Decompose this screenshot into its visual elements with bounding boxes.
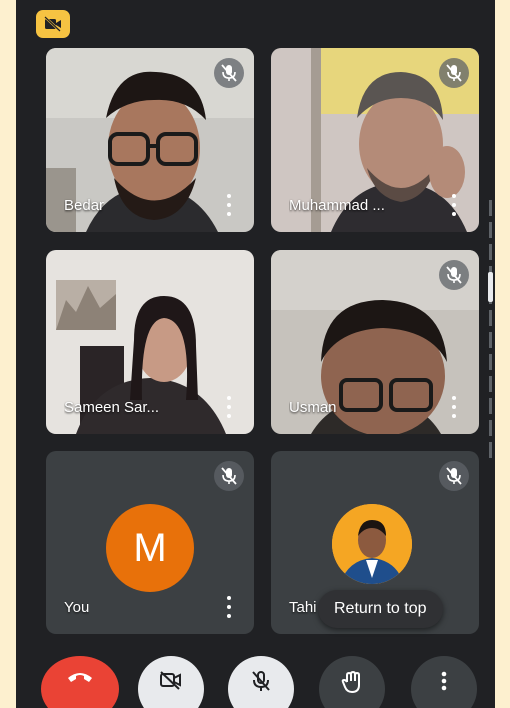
participant-name: Sameen Sar... [64, 399, 160, 416]
mute-indicator [439, 58, 469, 88]
self-tile[interactable]: M You [46, 451, 254, 634]
avatar: M [106, 504, 194, 592]
mic-off-icon [446, 266, 462, 284]
more-options-button[interactable] [449, 192, 459, 218]
participant-name: Tahi [289, 599, 317, 616]
scrollbar-thumb[interactable] [488, 272, 493, 302]
video-off-icon [44, 16, 61, 32]
raise-hand-button[interactable] [319, 656, 385, 708]
call-controls [16, 656, 495, 708]
participant-tile[interactable]: Sameen Sar... [46, 250, 254, 434]
participant-tile[interactable]: Usman [271, 250, 479, 434]
more-options-button[interactable] [224, 394, 234, 420]
meeting-screen: Bedar Muhammad ... Sameen Sar... Usman M… [16, 0, 495, 708]
camera-off-indicator[interactable] [36, 10, 70, 38]
mute-indicator [439, 461, 469, 491]
call-end-icon [68, 673, 92, 682]
avatar [332, 504, 412, 584]
participant-name: Usman [289, 399, 337, 416]
participant-tile[interactable]: Bedar [46, 48, 254, 232]
video-off-icon [160, 671, 181, 690]
mute-indicator [439, 260, 469, 290]
more-options-button[interactable] [224, 594, 234, 620]
end-call-button[interactable] [41, 656, 119, 708]
participant-name: Muhammad ... [289, 197, 385, 214]
mic-off-icon [221, 467, 237, 485]
mic-off-icon [252, 671, 270, 691]
more-vert-icon [441, 671, 447, 691]
participant-name: You [64, 599, 90, 616]
mute-indicator [214, 58, 244, 88]
mic-off-icon [446, 64, 462, 82]
mic-off-icon [446, 467, 462, 485]
scrollbar-track[interactable] [489, 200, 492, 460]
top-bar [16, 0, 495, 44]
camera-toggle-button[interactable] [138, 656, 204, 708]
participant-tile[interactable]: Muhammad ... [271, 48, 479, 232]
hand-icon [341, 671, 360, 693]
mic-toggle-button[interactable] [228, 656, 294, 708]
mic-off-icon [221, 64, 237, 82]
more-options-button[interactable] [449, 394, 459, 420]
mute-indicator [214, 461, 244, 491]
participant-name: Bedar [64, 197, 105, 214]
profile-photo [332, 504, 412, 584]
return-to-top-button[interactable]: Return to top [318, 590, 443, 628]
more-options-button[interactable] [224, 192, 234, 218]
more-controls-button[interactable] [411, 656, 477, 708]
